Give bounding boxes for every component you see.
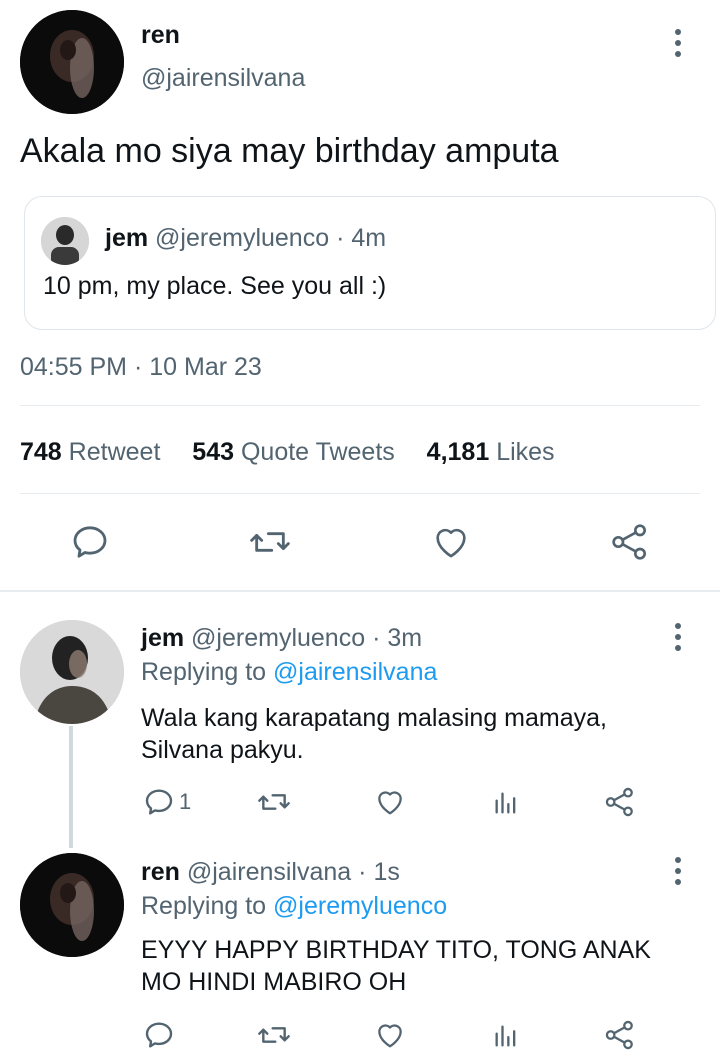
reply-author-name[interactable]: jem (141, 624, 184, 652)
likes-label: Likes (496, 438, 555, 466)
heart-icon (378, 791, 402, 815)
more-dot (675, 634, 681, 640)
reply-more-button[interactable] (668, 851, 688, 891)
likes-stat[interactable]: 4,181 Likes (427, 438, 555, 466)
more-dot (675, 645, 681, 651)
more-options-button[interactable] (668, 23, 688, 63)
retweets-label: Retweet (68, 438, 161, 466)
divider (20, 405, 700, 406)
like-button[interactable] (430, 522, 472, 562)
retweets-count: 748 (20, 438, 62, 466)
more-dot (675, 51, 681, 57)
quotes-label: Quote Tweets (240, 438, 395, 466)
quoted-tweet-card[interactable]: jem @jeremyluenco · 4m 10 pm, my place. … (24, 196, 716, 330)
reply-text-line: EYYY HAPPY BIRTHDAY TITO, TONG ANAK (141, 936, 651, 964)
heart-icon (378, 1024, 402, 1048)
reply-analytics-button[interactable] (492, 788, 520, 818)
author-handle[interactable]: @jairensilvana (141, 63, 305, 93)
replying-to-link[interactable]: @jeremyluenco (273, 892, 447, 920)
share-button[interactable] (610, 522, 650, 562)
more-dot (675, 868, 681, 874)
reply-text-line: Wala kang karapatang malasing mamaya, (141, 704, 607, 732)
quoted-author-handle: @jeremyluenco (155, 224, 330, 252)
more-dot (675, 879, 681, 885)
more-vertical-icon (675, 857, 681, 863)
reply-more-button[interactable] (668, 617, 688, 657)
replying-to: Replying to @jairensilvana (141, 657, 437, 687)
quoted-dot: · (336, 224, 345, 252)
retweet-icon (258, 1027, 290, 1043)
replying-to: Replying to @jeremyluenco (141, 891, 447, 921)
quoted-header: jem @jeremyluenco · 4m (105, 223, 386, 253)
reply-share-button[interactable] (604, 786, 636, 818)
reply-text-line: Silvana pakyu. (141, 736, 304, 764)
reply-retweet-button[interactable] (256, 786, 292, 818)
reply-header: jem @jeremyluenco · 3m (141, 623, 422, 653)
quotes-stat[interactable]: 543 Quote Tweets (192, 438, 394, 466)
tweet-timestamp: 04:55 PM · 10 Mar 23 (20, 352, 262, 382)
tweet-date: 10 Mar 23 (149, 353, 262, 381)
replying-to-link[interactable]: @jairensilvana (273, 658, 437, 686)
retweet-icon (258, 794, 290, 810)
author-name[interactable]: ren (141, 20, 180, 50)
share-icon (605, 787, 633, 817)
share-icon (612, 524, 646, 560)
reply-share-button[interactable] (604, 1019, 636, 1051)
replying-to-prefix: Replying to (141, 658, 267, 686)
reply-dot: · (358, 858, 367, 886)
heart-icon (436, 528, 466, 558)
section-divider (0, 590, 720, 592)
author-avatar[interactable] (20, 10, 124, 114)
more-vertical-icon (675, 623, 681, 629)
reply-author-name[interactable]: ren (141, 858, 180, 886)
quoted-author-name: jem (105, 224, 149, 252)
reply-text-line: MO HINDI MABIRO OH (141, 968, 407, 996)
reply-author-handle[interactable]: @jairensilvana (187, 858, 351, 886)
reply-icon (145, 1022, 173, 1048)
reply-time: 1s (373, 858, 400, 886)
reply-retweet-button[interactable] (256, 1019, 292, 1051)
tweet-text: Akala mo siya may birthday amputa (20, 132, 559, 170)
reply-icon (145, 789, 173, 815)
divider (20, 493, 700, 494)
reply-time: 3m (387, 624, 423, 652)
quoted-time: 4m (351, 224, 387, 252)
tweet-stats: 748 Retweet 543 Quote Tweets 4,181 Likes (20, 437, 555, 467)
retweet-button[interactable] (248, 522, 292, 562)
reply-dot: · (372, 624, 381, 652)
reply-author-handle[interactable]: @jeremyluenco (191, 624, 365, 652)
share-icon (605, 1020, 633, 1050)
reply-avatar[interactable] (20, 620, 124, 724)
reply-like-button[interactable] (373, 1019, 407, 1051)
thread-line (69, 726, 73, 848)
reply-reply-button[interactable] (143, 1019, 175, 1051)
retweets-stat[interactable]: 748 Retweet (20, 438, 160, 466)
more-vertical-icon (675, 29, 681, 35)
reply-icon (73, 526, 107, 558)
reply-count: 1 (179, 789, 192, 814)
reply-button[interactable] (70, 522, 110, 562)
retweet-icon (250, 532, 290, 552)
quoted-author-avatar (41, 217, 89, 265)
reply-header: ren @jairensilvana · 1s (141, 857, 400, 887)
quoted-text: 10 pm, my place. See you all :) (43, 272, 387, 300)
tweet-time: 04:55 PM (20, 353, 128, 381)
quotes-count: 543 (192, 438, 235, 466)
reply-reply-button[interactable]: 1 (143, 786, 191, 818)
reply-avatar[interactable] (20, 853, 124, 957)
likes-count: 4,181 (426, 438, 490, 466)
analytics-icon (495, 1025, 516, 1047)
timestamp-dot: · (133, 353, 143, 381)
more-dot (675, 40, 681, 46)
replying-to-prefix: Replying to (141, 892, 267, 920)
reply-like-button[interactable] (373, 786, 407, 818)
reply-analytics-button[interactable] (492, 1021, 520, 1051)
analytics-icon (495, 792, 516, 814)
